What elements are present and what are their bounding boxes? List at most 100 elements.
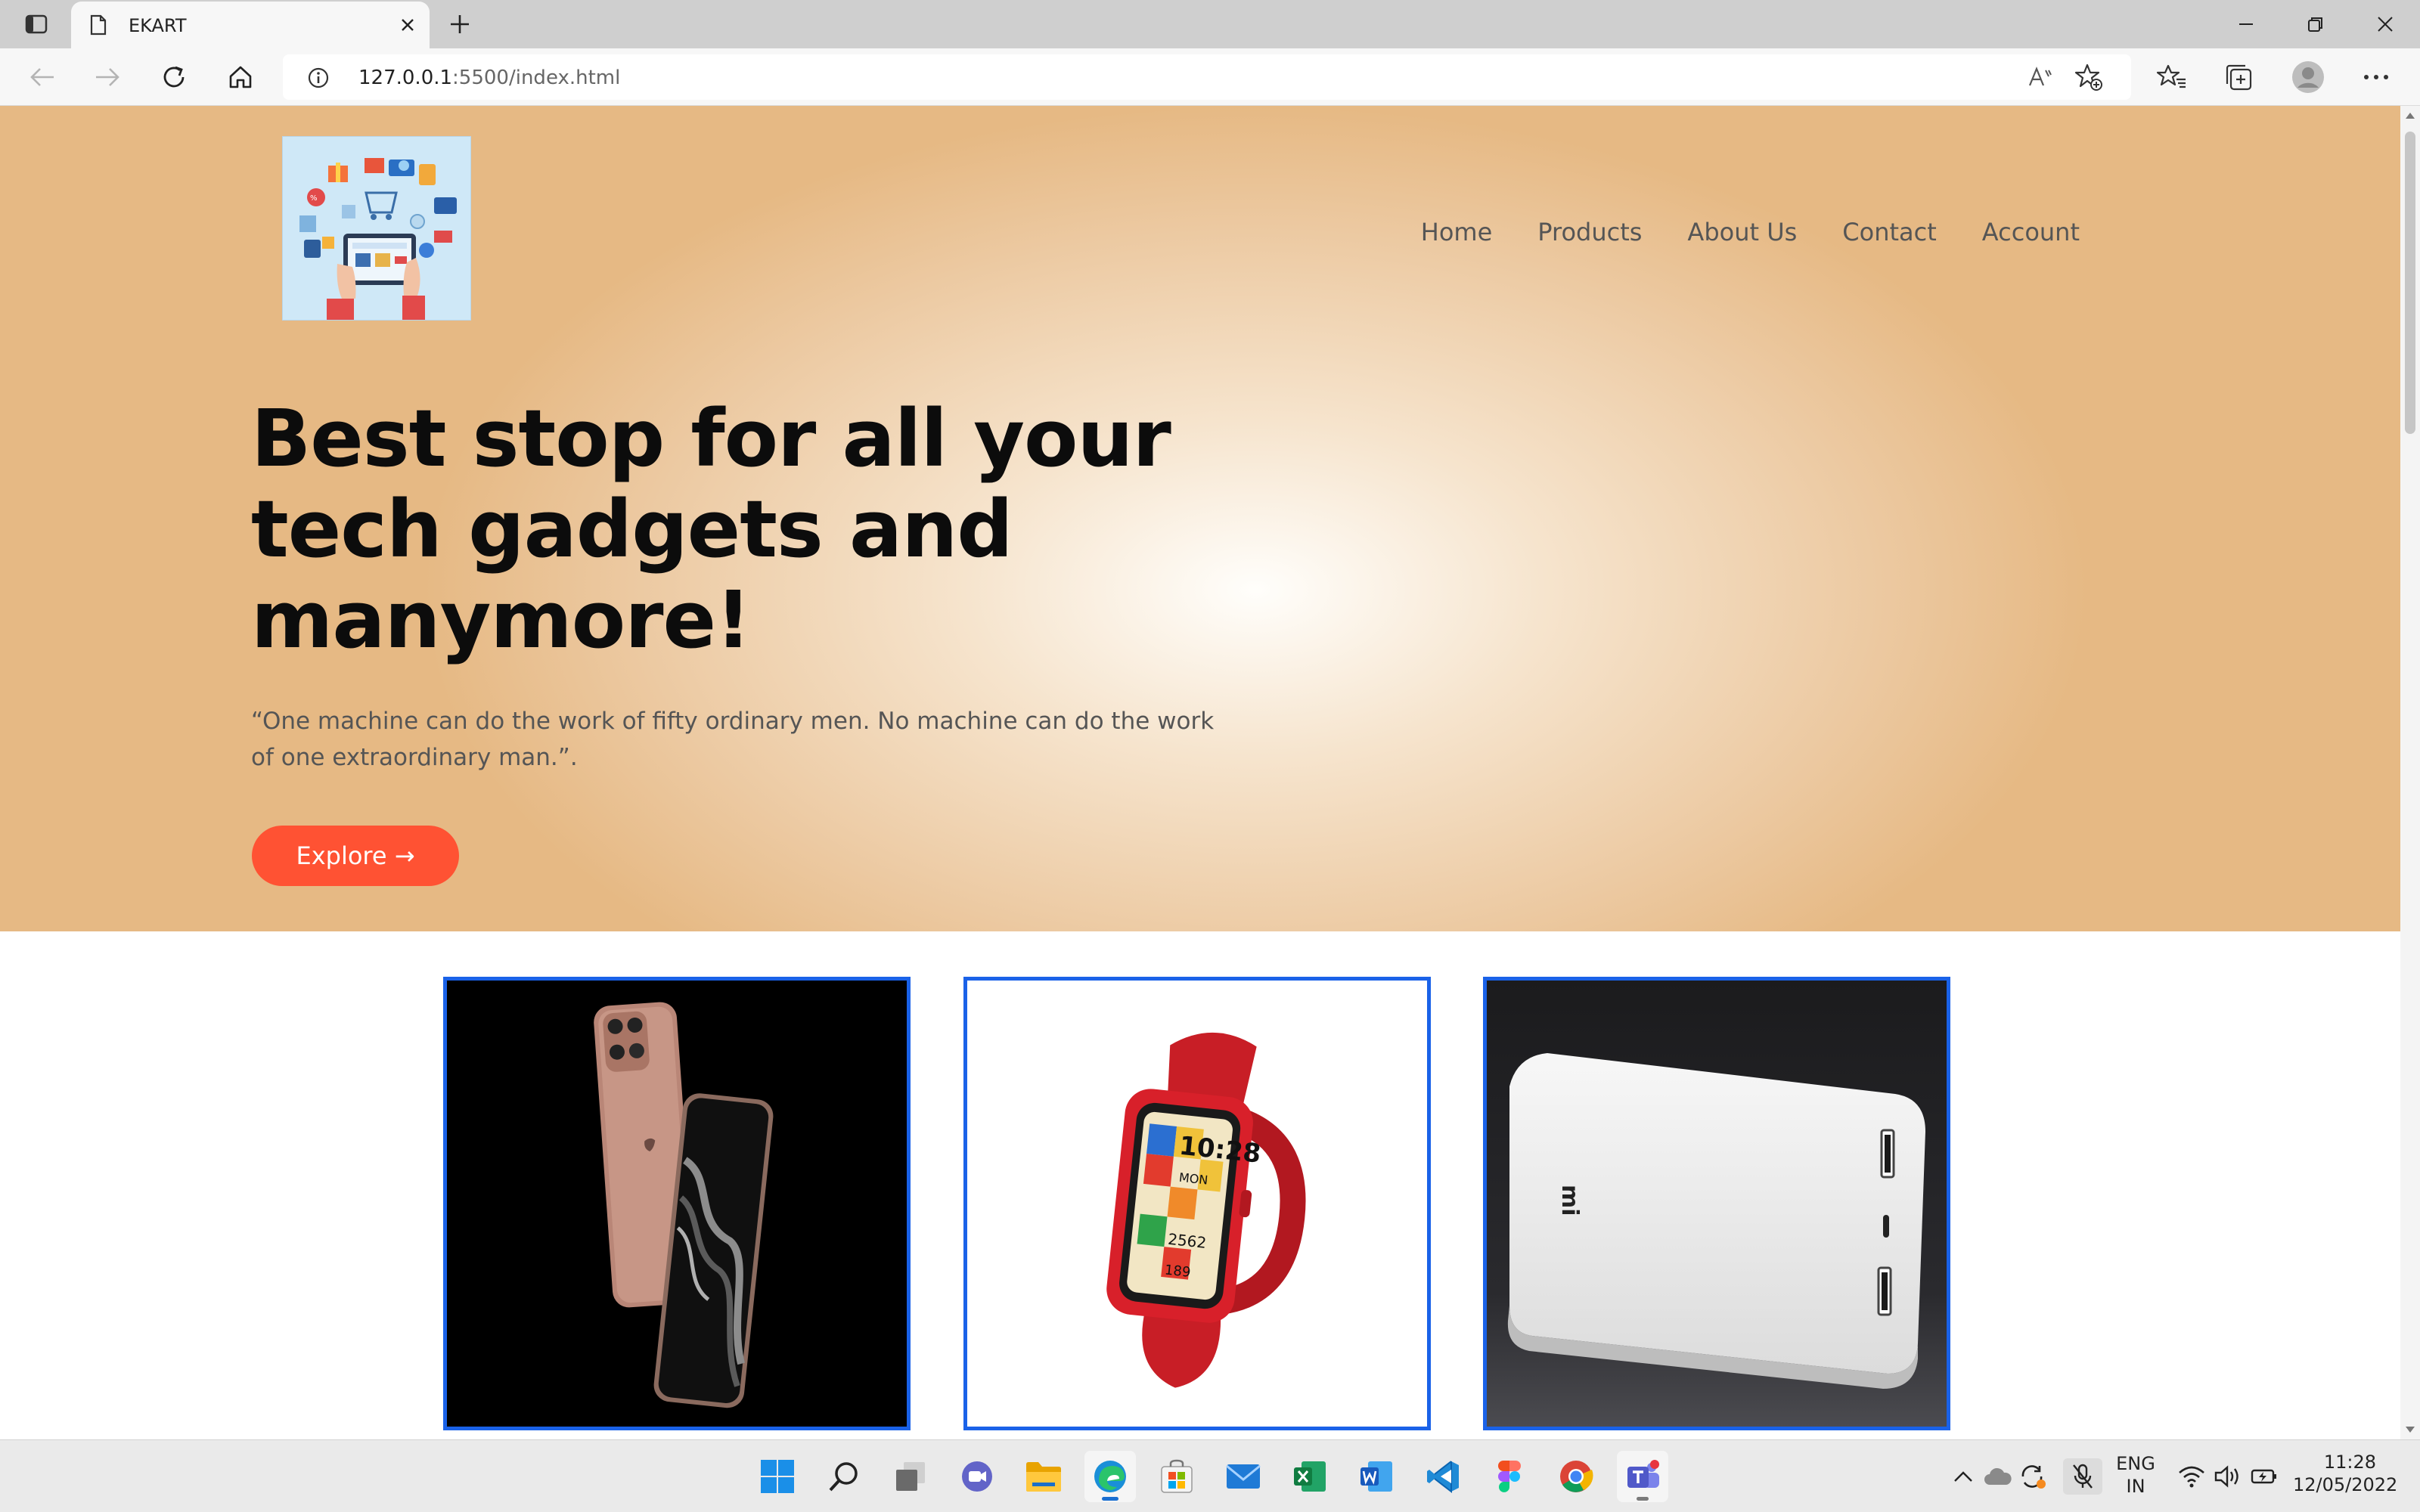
powerbank-product-image: mi (1507, 1053, 1925, 1389)
wifi-icon (2179, 1466, 2204, 1488)
mail-icon (1226, 1464, 1261, 1489)
taskbar-teams[interactable] (1617, 1451, 1668, 1502)
chevron-up-icon (1954, 1471, 1972, 1482)
shopping-illustration-icon: % (283, 137, 470, 320)
input-language-indicator[interactable]: ENG IN (2116, 1452, 2155, 1498)
region-text: IN (2126, 1476, 2145, 1497)
wifi-button[interactable] (2175, 1458, 2208, 1495)
taskbar-figma[interactable] (1484, 1451, 1535, 1502)
taskbar-chrome[interactable] (1550, 1451, 1602, 1502)
refresh-button[interactable] (156, 59, 192, 95)
task-view-button[interactable] (885, 1451, 936, 1502)
page-scrollbar[interactable] (2400, 106, 2420, 1439)
triangle-up-icon (2406, 113, 2415, 119)
svg-text:%: % (310, 194, 318, 203)
site-logo[interactable]: % (282, 136, 471, 321)
read-aloud-button[interactable] (2025, 62, 2055, 92)
window-minimize-button[interactable] (2211, 0, 2281, 48)
close-icon (2378, 17, 2393, 32)
language-text: ENG (2116, 1453, 2155, 1474)
taskbar-file-explorer[interactable] (1018, 1451, 1069, 1502)
taskbar-clock[interactable]: 11:28 12/05/2022 (2293, 1451, 2398, 1496)
sync-status-button[interactable] (2016, 1458, 2049, 1495)
taskbar-search-button[interactable] (818, 1451, 870, 1502)
scroll-up-arrow[interactable] (2403, 109, 2417, 122)
windows-taskbar: ENG IN 11:28 12/05/2022 (0, 1439, 2420, 1512)
search-icon (829, 1462, 858, 1492)
arrow-right-icon (96, 68, 119, 86)
page-icon (90, 14, 107, 36)
info-icon[interactable] (307, 67, 330, 89)
chat-camera-icon (962, 1461, 992, 1492)
clock-time: 11:28 (2323, 1452, 2376, 1473)
running-app-indicator (1637, 1497, 1649, 1501)
scroll-thumb[interactable] (2405, 132, 2415, 434)
excel-icon (1294, 1461, 1326, 1492)
favorites-button[interactable] (2154, 59, 2190, 95)
phone-product-image (447, 981, 907, 1427)
start-button[interactable] (752, 1451, 803, 1502)
close-icon (402, 19, 414, 31)
page-viewport: % Home Products About Us Contact Account… (0, 106, 2400, 1439)
tab-actions-menu-button[interactable] (20, 11, 53, 38)
home-button[interactable] (222, 59, 259, 95)
folder-icon (1026, 1462, 1061, 1492)
refresh-icon (163, 66, 185, 88)
taskbar-excel[interactable] (1284, 1451, 1336, 1502)
main-nav: Home Products About Us Contact Account (1421, 218, 2080, 246)
forward-button[interactable] (89, 59, 126, 95)
plus-icon (451, 15, 469, 33)
explore-button[interactable]: Explore → (252, 826, 459, 886)
nav-about-us[interactable]: About Us (1687, 218, 1797, 246)
favorites-icon (2157, 64, 2186, 88)
microphone-muted-icon (2073, 1464, 2093, 1489)
nav-account[interactable]: Account (1982, 218, 2080, 246)
tab-close-button[interactable] (396, 14, 419, 36)
sync-icon (2021, 1465, 2046, 1489)
hero-quote: “One machine can do the work of fifty or… (251, 708, 1215, 771)
onedrive-button[interactable] (1981, 1458, 2015, 1495)
taskbar-mail[interactable] (1218, 1451, 1269, 1502)
tab-title: EKART (129, 15, 187, 36)
url-text[interactable]: 127.0.0.1:5500/index.html (358, 67, 620, 89)
vscode-icon (1427, 1461, 1459, 1494)
clock-date: 12/05/2022 (2293, 1474, 2398, 1495)
volume-button[interactable] (2211, 1458, 2245, 1495)
nav-home[interactable]: Home (1421, 218, 1493, 246)
taskbar-vscode[interactable] (1417, 1451, 1469, 1502)
product-card-powerbank[interactable]: mi (1483, 977, 1950, 1430)
home-icon (229, 66, 252, 88)
settings-more-button[interactable] (2358, 59, 2394, 95)
taskbar-word[interactable] (1351, 1451, 1402, 1502)
more-dots-icon (2364, 75, 2388, 79)
browser-tab-active[interactable]: EKART (71, 2, 430, 48)
arrow-left-icon (30, 68, 54, 86)
nav-products[interactable]: Products (1537, 218, 1642, 246)
back-button[interactable] (24, 59, 60, 95)
collections-button[interactable] (2220, 59, 2257, 95)
add-favorite-button[interactable] (2074, 62, 2104, 92)
profile-button[interactable] (2290, 59, 2326, 95)
product-card-smartwatch[interactable]: 10:28 MON 2562 189 (963, 977, 1431, 1430)
browser-tab-strip: EKART (0, 0, 2420, 48)
minimize-icon (2239, 23, 2253, 25)
scroll-down-arrow[interactable] (2403, 1423, 2417, 1436)
speaker-icon (2214, 1465, 2238, 1488)
show-hidden-icons-button[interactable] (1947, 1458, 1980, 1495)
address-bar[interactable]: 127.0.0.1:5500/index.html (283, 54, 2131, 100)
nav-contact[interactable]: Contact (1842, 218, 1937, 246)
hero-section: % Home Products About Us Contact Account… (0, 106, 2400, 931)
taskbar-microsoft-store[interactable] (1151, 1451, 1202, 1502)
product-card-phone[interactable] (443, 977, 911, 1430)
new-tab-button[interactable] (443, 11, 476, 38)
task-view-icon (896, 1462, 925, 1491)
taskbar-chat-button[interactable] (951, 1451, 1003, 1502)
active-app-indicator (1102, 1497, 1118, 1501)
collections-icon (2226, 64, 2252, 91)
window-close-button[interactable] (2350, 0, 2420, 48)
window-restore-button[interactable] (2281, 0, 2350, 48)
battery-button[interactable] (2248, 1458, 2281, 1495)
windows-logo-icon (761, 1460, 794, 1493)
taskbar-edge[interactable] (1084, 1451, 1136, 1502)
microphone-muted-button[interactable] (2063, 1458, 2102, 1495)
